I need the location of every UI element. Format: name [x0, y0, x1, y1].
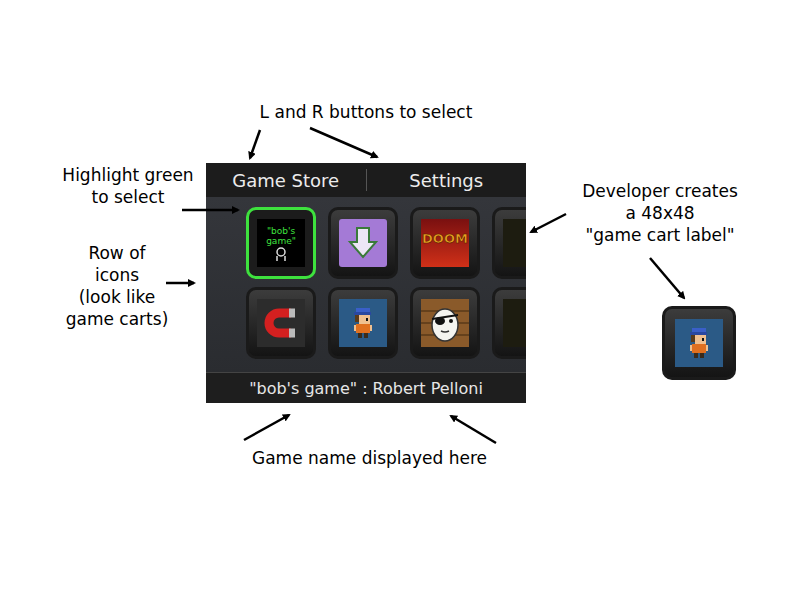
egg-eye-patch-icon	[421, 299, 469, 347]
tab-separator	[366, 169, 367, 191]
cart-label: "bob's game"	[257, 219, 305, 267]
menu-tab[interactable]: Game Store	[206, 166, 366, 195]
doom-logo-icon: DOOM	[421, 219, 469, 267]
pointer-arrow-icon	[650, 258, 684, 298]
annotation-label: Game name displayed here	[252, 447, 482, 469]
developer-name: Robert Pelloni	[373, 379, 483, 398]
bobs-game-icon: "bob's game"	[257, 219, 305, 267]
pointer-arrow-icon	[166, 282, 194, 285]
cart-label	[421, 299, 469, 347]
game-cart[interactable]: "bob's game"	[246, 207, 316, 279]
example-game-cart	[662, 306, 736, 380]
pointer-arrow-icon	[531, 214, 566, 232]
empty-label	[503, 219, 526, 267]
pixel-character-icon	[339, 299, 387, 347]
cart-label	[339, 299, 387, 347]
pixel-character-icon	[675, 319, 723, 367]
cart-label	[339, 219, 387, 267]
empty-label	[503, 299, 526, 347]
pointer-arrow-icon	[244, 415, 289, 440]
game-title: "bob's game"	[249, 379, 357, 398]
arrow-layer	[0, 0, 800, 600]
game-cart[interactable]	[328, 287, 398, 359]
pointer-arrow-icon	[310, 128, 377, 157]
cart-label: DOOM	[421, 219, 469, 267]
pointer-arrow-icon	[250, 130, 260, 158]
game-cart[interactable]	[246, 287, 316, 359]
svg-text:DOOM: DOOM	[422, 231, 468, 246]
cart-grid: "bob's game" DOOM	[206, 197, 526, 372]
diagram-canvas: L and R buttons to selectHighlight green…	[0, 0, 800, 600]
figure-icon	[274, 247, 288, 261]
game-cart[interactable]	[492, 287, 526, 359]
cart-label	[257, 299, 305, 347]
magnet-icon	[257, 299, 305, 347]
console-menu-panel: Game StoreSettings"bob's game"DOOM"bob's…	[206, 163, 526, 403]
annotation-label: L and R buttons to select	[251, 101, 481, 123]
game-cart[interactable]	[410, 287, 480, 359]
menu-tab[interactable]: Settings	[367, 166, 527, 195]
game-cart[interactable]: DOOM	[410, 207, 480, 279]
game-cart[interactable]	[492, 207, 526, 279]
cart-label	[675, 319, 723, 367]
cart-label	[503, 299, 526, 347]
pointer-arrow-icon	[182, 209, 238, 212]
tab-bar: Game StoreSettings	[206, 163, 526, 197]
download-arrow-icon	[339, 219, 387, 267]
game-cart[interactable]	[328, 207, 398, 279]
game-name-bar: "bob's game": Robert Pelloni	[206, 372, 526, 403]
pointer-arrow-icon	[451, 416, 496, 443]
annotation-label: Row oficons(look likegame carts)	[2, 242, 232, 330]
annotation-label: Developer createsa 48x48"game cart label…	[545, 180, 775, 246]
cart-label	[503, 219, 526, 267]
title-separator: :	[362, 379, 367, 398]
